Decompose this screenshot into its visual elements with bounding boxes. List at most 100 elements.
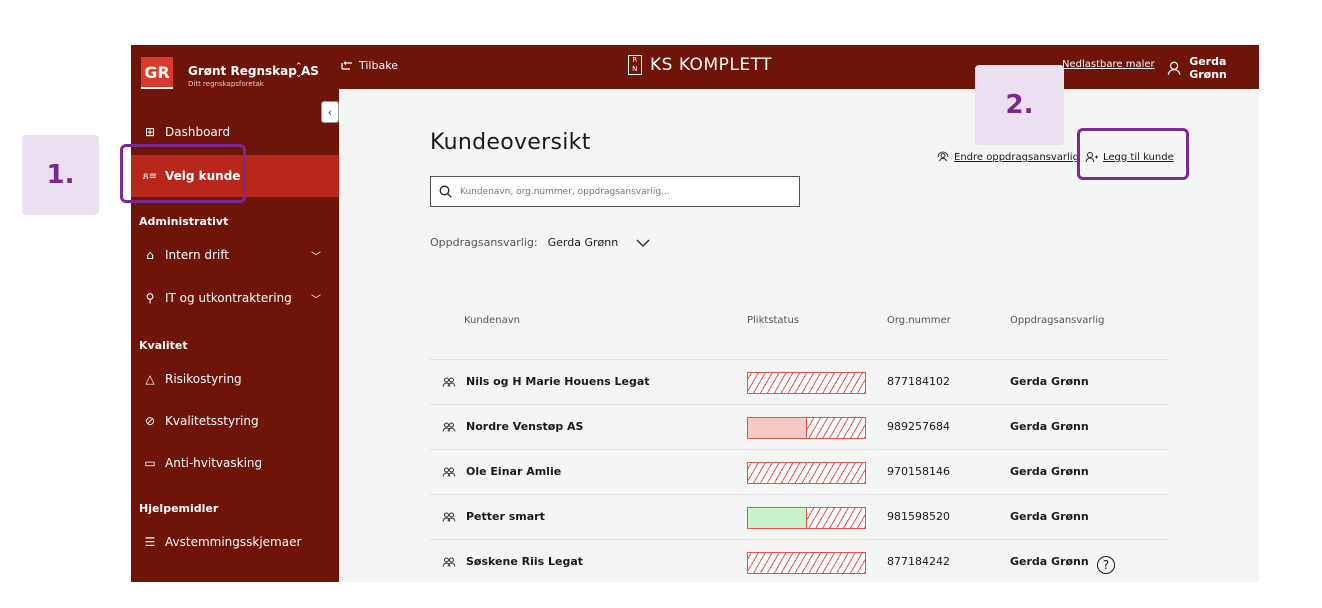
table-row[interactable]: Nils og H Marie Houens Legat 877184102 Ger… bbox=[430, 359, 1168, 404]
filter-value: Gerda Grønn bbox=[547, 236, 619, 249]
help-icon[interactable]: ? bbox=[1097, 556, 1115, 574]
download-templates-link[interactable]: Nedlastbare maler bbox=[1062, 59, 1155, 70]
users-icon bbox=[442, 377, 456, 387]
change-responsible-button[interactable]: Endre oppdragsansvarlig bbox=[937, 151, 1079, 163]
responsible-cell: Gerda Grønn bbox=[1010, 555, 1089, 568]
responsible-cell: Gerda Grønn bbox=[1010, 420, 1089, 433]
sidebar-item-anti-hvitvasking[interactable]: ▭ Anti-hvitvasking bbox=[131, 442, 339, 484]
chevron-updown-icon: ⌃ ⌄ bbox=[295, 62, 303, 80]
sidebar-item-label: Anti-hvitvasking bbox=[165, 456, 263, 470]
back-label: Tilbake bbox=[359, 59, 398, 72]
responsible-cell: Gerda Grønn bbox=[1010, 375, 1089, 388]
chevron-down-icon: ﹀ bbox=[311, 252, 321, 263]
list-icon: ☰ bbox=[144, 535, 156, 549]
customer-name[interactable]: Nordre Venstøp AS bbox=[466, 420, 583, 433]
customer-name[interactable]: Ole Einar Amlie bbox=[466, 465, 561, 478]
col-header-org: Org.nummer bbox=[887, 315, 951, 326]
network-icon: ⚲ bbox=[145, 291, 155, 305]
brand: RN KS KOMPLETT bbox=[628, 55, 772, 75]
chevron-down-icon: ﹀ bbox=[311, 295, 321, 306]
duty-status-bar bbox=[747, 372, 866, 394]
customer-name-cell: Nordre Venstøp AS bbox=[442, 420, 583, 433]
back-link[interactable]: Tilbake bbox=[341, 59, 398, 72]
org-number-cell: 877184242 bbox=[887, 555, 950, 568]
sidebar-item-kvalitetsstyring[interactable]: ⊘ Kvalitetsstyring bbox=[131, 400, 339, 442]
sidebar-item-label: Dashboard bbox=[165, 125, 231, 139]
duty-status-bar bbox=[747, 552, 866, 574]
customer-name-cell: Petter smart bbox=[442, 510, 545, 523]
users-icon bbox=[442, 467, 456, 477]
annotation-step-2: 2. bbox=[975, 65, 1064, 145]
org-number-cell: 989257684 bbox=[887, 420, 950, 433]
grid-icon: ⊞ bbox=[144, 125, 156, 139]
sidebar-item-label: Avstemmingsskjemaer bbox=[165, 535, 302, 549]
annotation-frame-2 bbox=[1077, 128, 1189, 180]
customer-name[interactable]: Petter smart bbox=[466, 510, 545, 523]
customer-name-cell: Ole Einar Amlie bbox=[442, 465, 561, 478]
chevron-down-icon bbox=[636, 239, 650, 247]
top-bar: GR Grønt Regnskap AS Ditt regnskapsforet… bbox=[131, 45, 1259, 89]
org-number-cell: 981598520 bbox=[887, 510, 950, 523]
responsible-cell: Gerda Grønn bbox=[1010, 510, 1089, 523]
table-row[interactable]: Søskene Riis Legat 877184242 Gerda Grønn bbox=[430, 539, 1168, 582]
col-header-status: Pliktstatus bbox=[747, 315, 800, 326]
org-badge: GR bbox=[141, 57, 173, 89]
table-row[interactable]: Petter smart 981598520 Gerda Grønn bbox=[430, 494, 1168, 539]
org-number-cell: 970158146 bbox=[887, 465, 950, 478]
page-title: Kundeoversikt bbox=[430, 130, 591, 155]
building-icon: ⌂ bbox=[146, 248, 154, 262]
users-icon bbox=[442, 512, 456, 522]
annotation-frame-1 bbox=[120, 144, 246, 203]
org-switcher[interactable]: GR Grønt Regnskap AS Ditt regnskapsforet… bbox=[131, 45, 339, 89]
table-row[interactable]: Ole Einar Amlie 970158146 Gerda Grønn bbox=[430, 449, 1168, 494]
section-hjelpemidler: Hjelpemidler bbox=[139, 502, 219, 515]
duty-status-bar bbox=[747, 462, 866, 484]
duty-status-bar bbox=[747, 507, 866, 529]
user-menu[interactable]: Gerda Grønn bbox=[1167, 55, 1259, 81]
duty-status-fill bbox=[748, 508, 807, 528]
app-window: GR Grønt Regnskap AS Ditt regnskapsforet… bbox=[131, 45, 1259, 582]
user-name: Gerda Grønn bbox=[1189, 55, 1227, 81]
customer-name-cell: Søskene Riis Legat bbox=[442, 555, 583, 568]
duty-status-bar bbox=[747, 417, 866, 439]
change-responsible-label: Endre oppdragsansvarlig bbox=[954, 151, 1079, 163]
brand-logo-icon: RN bbox=[628, 55, 642, 75]
collapse-sidebar-button[interactable]: ‹ bbox=[321, 101, 339, 123]
search-input[interactable] bbox=[458, 185, 792, 198]
table-row[interactable]: Nordre Venstøp AS 989257684 Gerda Grønn bbox=[430, 404, 1168, 449]
users-icon bbox=[442, 557, 456, 567]
filter-label: Oppdragsansvarlig: bbox=[430, 236, 538, 249]
sidebar-item-intern-drift[interactable]: ⌂ Intern drift ﹀ bbox=[131, 234, 339, 276]
warning-icon: △ bbox=[145, 372, 155, 386]
user-switch-icon bbox=[937, 151, 949, 162]
duty-status-fill bbox=[748, 418, 807, 438]
annotation-step-1: 1. bbox=[22, 135, 99, 215]
users-icon bbox=[442, 422, 456, 432]
sidebar-item-label: Intern drift bbox=[165, 248, 229, 262]
sidebar-item-label: IT og utkontraktering bbox=[165, 291, 292, 305]
check-circle-icon: ⊘ bbox=[144, 414, 156, 428]
section-kvalitet: Kvalitet bbox=[139, 339, 188, 352]
sidebar-item-label: Risikostyring bbox=[165, 372, 242, 386]
customer-name[interactable]: Søskene Riis Legat bbox=[466, 555, 583, 568]
brand-name: KS KOMPLETT bbox=[650, 55, 773, 75]
money-icon: ▭ bbox=[144, 456, 156, 470]
responsible-filter[interactable]: Oppdragsansvarlig: Gerda Grønn bbox=[430, 236, 650, 249]
sidebar-item-avstemmingsskjemaer[interactable]: ☰ Avstemmingsskjemaer bbox=[131, 521, 339, 563]
sidebar-item-it[interactable]: ⚲ IT og utkontraktering ﹀ bbox=[131, 277, 339, 319]
search-box[interactable] bbox=[430, 176, 800, 207]
responsible-cell: Gerda Grønn bbox=[1010, 465, 1089, 478]
sidebar-item-label: Kvalitetsstyring bbox=[165, 414, 259, 428]
user-icon bbox=[1167, 61, 1181, 75]
section-administrativt: Administrativt bbox=[139, 215, 229, 228]
customer-name-cell: Nils og H Marie Houens Legat bbox=[442, 375, 650, 388]
sidebar-item-risikostyring[interactable]: △ Risikostyring bbox=[131, 358, 339, 400]
org-subtitle: Ditt regnskapsforetak bbox=[188, 80, 264, 88]
chevron-left-icon: ‹ bbox=[327, 105, 333, 119]
org-number-cell: 877184102 bbox=[887, 375, 950, 388]
search-icon bbox=[439, 185, 452, 198]
back-arrow-icon bbox=[341, 60, 352, 70]
col-header-responsible: Oppdragsansvarlig bbox=[1010, 315, 1105, 326]
customer-name[interactable]: Nils og H Marie Houens Legat bbox=[466, 375, 650, 388]
col-header-name: Kundenavn bbox=[464, 315, 520, 326]
